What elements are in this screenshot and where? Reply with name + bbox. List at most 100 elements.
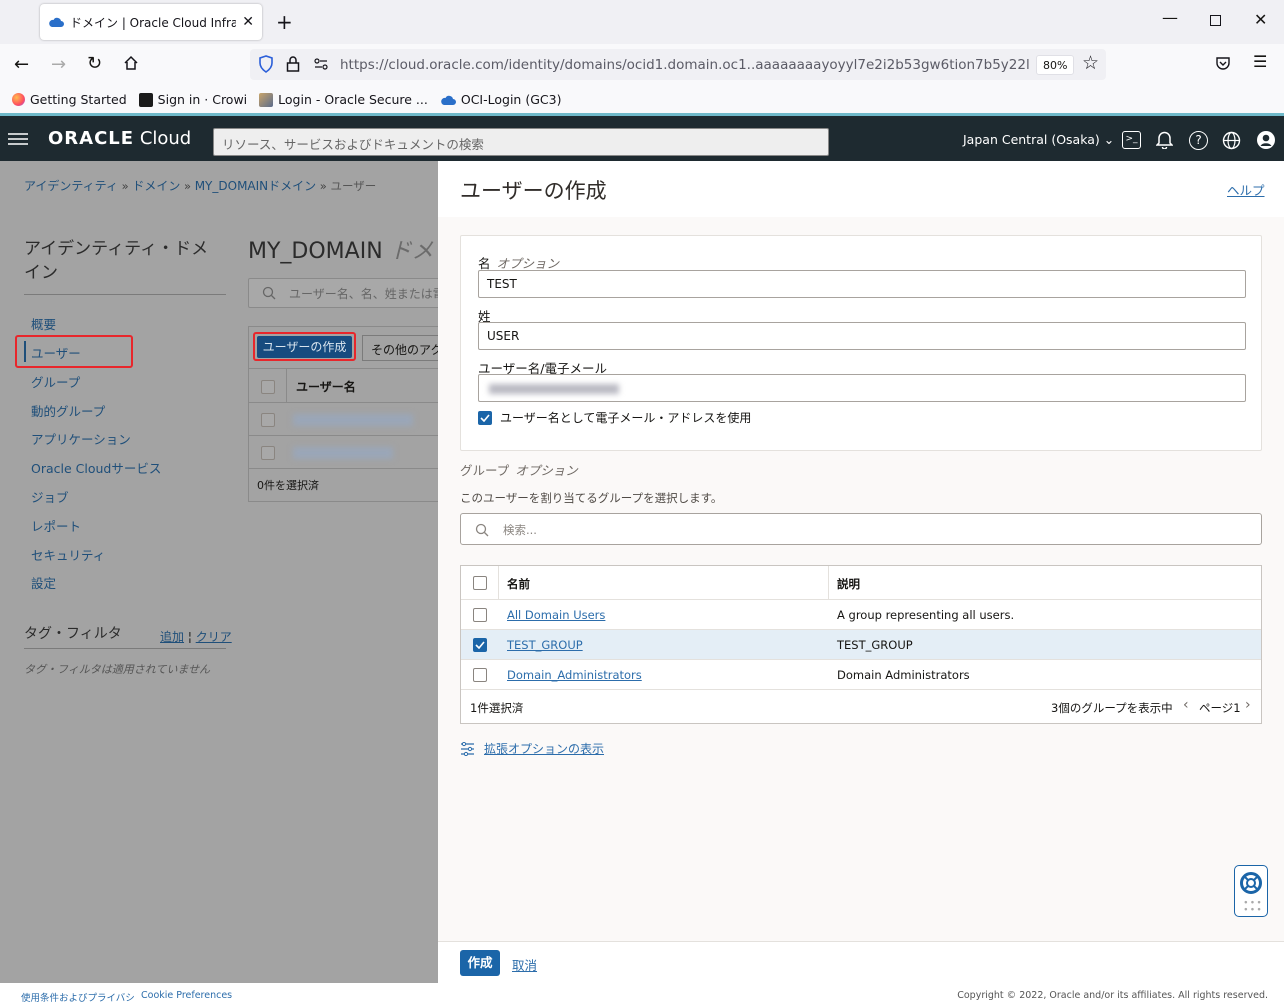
permissions-icon[interactable] <box>314 57 328 71</box>
close-window-icon[interactable]: ✕ <box>1254 10 1267 29</box>
help-link[interactable]: ヘルプ <box>1227 180 1265 199</box>
home-icon[interactable] <box>123 55 139 71</box>
reload-icon[interactable]: ↻ <box>87 53 102 74</box>
copyright-text: Copyright © 2022, Oracle and/or its affi… <box>957 990 1268 1001</box>
maximize-icon[interactable] <box>1210 15 1221 26</box>
new-tab-icon[interactable]: + <box>276 10 293 34</box>
back-icon[interactable]: ← <box>14 54 29 75</box>
background-page: アイデンティティ » ドメイン » MY_DOMAINドメイン » ユーザー ア… <box>0 161 452 983</box>
advanced-options[interactable]: 拡張オプションの表示 <box>460 740 604 757</box>
help-lifebuoy-widget[interactable]: ∙∙∙ ∙∙∙ <box>1234 865 1268 917</box>
pocket-icon[interactable] <box>1215 55 1231 71</box>
bookmark-oracle-login[interactable]: Login - Oracle Secure ... <box>259 92 428 107</box>
sidebar-item-dynamic-groups[interactable]: 動的グループ <box>31 401 105 420</box>
user-details-form: 名オプション TEST 姓 USER ユーザー名/電子メール ユーザー名として電… <box>460 235 1262 451</box>
create-button[interactable]: 作成 <box>460 950 500 976</box>
breadcrumb-my-domain[interactable]: MY_DOMAINドメイン <box>195 179 316 193</box>
breadcrumb-identity[interactable]: アイデンティティ <box>24 179 118 193</box>
next-page-icon[interactable]: › <box>1245 697 1251 713</box>
groups-selected-count: 1件選択済 <box>470 701 524 715</box>
group-name-link[interactable]: TEST_GROUP <box>507 638 583 652</box>
group-name-link[interactable]: Domain_Administrators <box>507 668 642 682</box>
tag-filter-actions: 追加 ¦ クリア <box>160 630 232 644</box>
language-globe-icon[interactable] <box>1222 131 1241 150</box>
drag-handle-icon[interactable]: ∙∙∙ ∙∙∙ <box>1243 899 1263 915</box>
blurred-username <box>293 414 413 426</box>
browser-tab[interactable]: ドメイン | Oracle Cloud Infrastructure ✕ <box>40 4 262 40</box>
table-row[interactable] <box>249 404 439 436</box>
cookie-preferences-link[interactable]: Cookie Preferences <box>141 990 232 1001</box>
users-search-input[interactable]: ユーザー名、名、姓または電 <box>248 278 448 308</box>
breadcrumb-users: ユーザー <box>330 179 377 193</box>
terms-privacy-link[interactable]: 使用条件およびプライバシ <box>21 990 135 1004</box>
row-checkbox[interactable] <box>261 413 275 427</box>
advanced-options-link[interactable]: 拡張オプションの表示 <box>484 740 604 757</box>
col-divider <box>828 566 829 599</box>
drawer-footer: 作成 取消 <box>438 941 1284 983</box>
oci-search-input[interactable]: リソース、サービスおよびドキュメントの検索 <box>213 128 829 156</box>
hamburger-menu-icon[interactable] <box>8 133 28 145</box>
url-bar[interactable]: https://cloud.oracle.com/identity/domain… <box>250 49 1106 80</box>
table-row[interactable] <box>249 437 439 469</box>
group-name-link[interactable]: All Domain Users <box>507 608 605 622</box>
group-description: TEST_GROUP <box>837 638 913 652</box>
users-table-header: ユーザー名 <box>249 368 439 403</box>
prev-page-icon[interactable]: ‹ <box>1183 697 1189 713</box>
bookmark-oci-login[interactable]: OCI-Login (GC3) <box>440 92 561 107</box>
minimize-icon[interactable]: — <box>1162 8 1178 27</box>
row-checkbox[interactable] <box>261 446 275 460</box>
cloud-shell-icon[interactable]: >_ <box>1122 131 1141 149</box>
blurred-username <box>293 447 393 459</box>
sidebar-item-applications[interactable]: アプリケーション <box>31 429 131 448</box>
menu-icon[interactable]: ☰ <box>1253 52 1267 71</box>
breadcrumb-domains[interactable]: ドメイン <box>132 179 180 193</box>
group-checkbox[interactable] <box>473 668 487 682</box>
sidebar-divider <box>24 294 226 295</box>
select-all-groups-checkbox[interactable] <box>473 576 487 590</box>
bookmark-getting-started[interactable]: Getting Started <box>12 92 127 107</box>
sidebar-item-jobs[interactable]: ジョブ <box>31 487 69 506</box>
use-email-checkbox[interactable] <box>478 410 492 425</box>
lock-icon[interactable] <box>286 55 300 73</box>
group-checkbox-checked[interactable] <box>473 638 487 652</box>
oracle-cloud-logo[interactable]: ORACLE Cloud <box>48 128 191 149</box>
chevron-down-icon: ⌄ <box>1103 132 1115 147</box>
use-email-as-username[interactable]: ユーザー名として電子メール・アドレスを使用 <box>478 409 751 426</box>
tag-add-link[interactable]: 追加 <box>160 630 184 644</box>
cancel-link[interactable]: 取消 <box>512 955 537 974</box>
select-all-checkbox[interactable] <box>261 380 275 394</box>
notifications-bell-icon[interactable] <box>1156 130 1173 149</box>
region-selector[interactable]: Japan Central (Osaka) ⌄ <box>963 132 1114 147</box>
group-row-test-group[interactable]: TEST_GROUP TEST_GROUP <box>461 629 1261 659</box>
help-icon[interactable]: ? <box>1189 131 1208 150</box>
bookmark-crowi[interactable]: Sign in · Crowi <box>138 92 247 107</box>
username-email-input[interactable] <box>478 374 1246 402</box>
sidebar-item-oracle-cloud-services[interactable]: Oracle Cloudサービス <box>31 458 161 477</box>
sidebar-item-settings[interactable]: 設定 <box>31 573 56 592</box>
sidebar-item-users[interactable]: ユーザー <box>31 343 81 362</box>
create-user-button[interactable]: ユーザーの作成 <box>257 336 352 358</box>
tag-filter-empty: タグ・フィルタは適用されていません <box>24 663 211 676</box>
zoom-level[interactable]: 80% <box>1036 55 1075 75</box>
bookmark-star-icon[interactable]: ☆ <box>1082 52 1099 74</box>
lifebuoy-icon <box>1240 872 1262 894</box>
search-icon <box>475 523 489 537</box>
col-username: ユーザー名 <box>296 380 356 394</box>
browser-tab-bar: ドメイン | Oracle Cloud Infrastructure ✕ + —… <box>0 0 1284 44</box>
sidebar-item-overview[interactable]: 概要 <box>31 314 56 333</box>
first-name-input[interactable]: TEST <box>478 270 1246 298</box>
forward-icon[interactable]: → <box>51 54 66 75</box>
sidebar-item-groups[interactable]: グループ <box>31 372 80 391</box>
group-row-domain-administrators[interactable]: Domain_Administrators Domain Administrat… <box>461 659 1261 689</box>
last-name-input[interactable]: USER <box>478 322 1246 350</box>
tag-clear-link[interactable]: クリア <box>196 630 232 644</box>
user-profile-icon[interactable] <box>1256 130 1276 150</box>
sidebar-item-security[interactable]: セキュリティ <box>31 545 105 564</box>
sidebar-item-reports[interactable]: レポート <box>31 516 81 535</box>
group-checkbox[interactable] <box>473 608 487 622</box>
group-row-all-domain-users[interactable]: All Domain Users A group representing al… <box>461 599 1261 629</box>
groups-search-input[interactable]: 検索... <box>460 513 1262 545</box>
oci-header: ORACLE Cloud リソース、サービスおよびドキュメントの検索 Japan… <box>0 113 1284 161</box>
close-tab-icon[interactable]: ✕ <box>242 14 254 30</box>
shield-icon[interactable] <box>258 55 274 73</box>
